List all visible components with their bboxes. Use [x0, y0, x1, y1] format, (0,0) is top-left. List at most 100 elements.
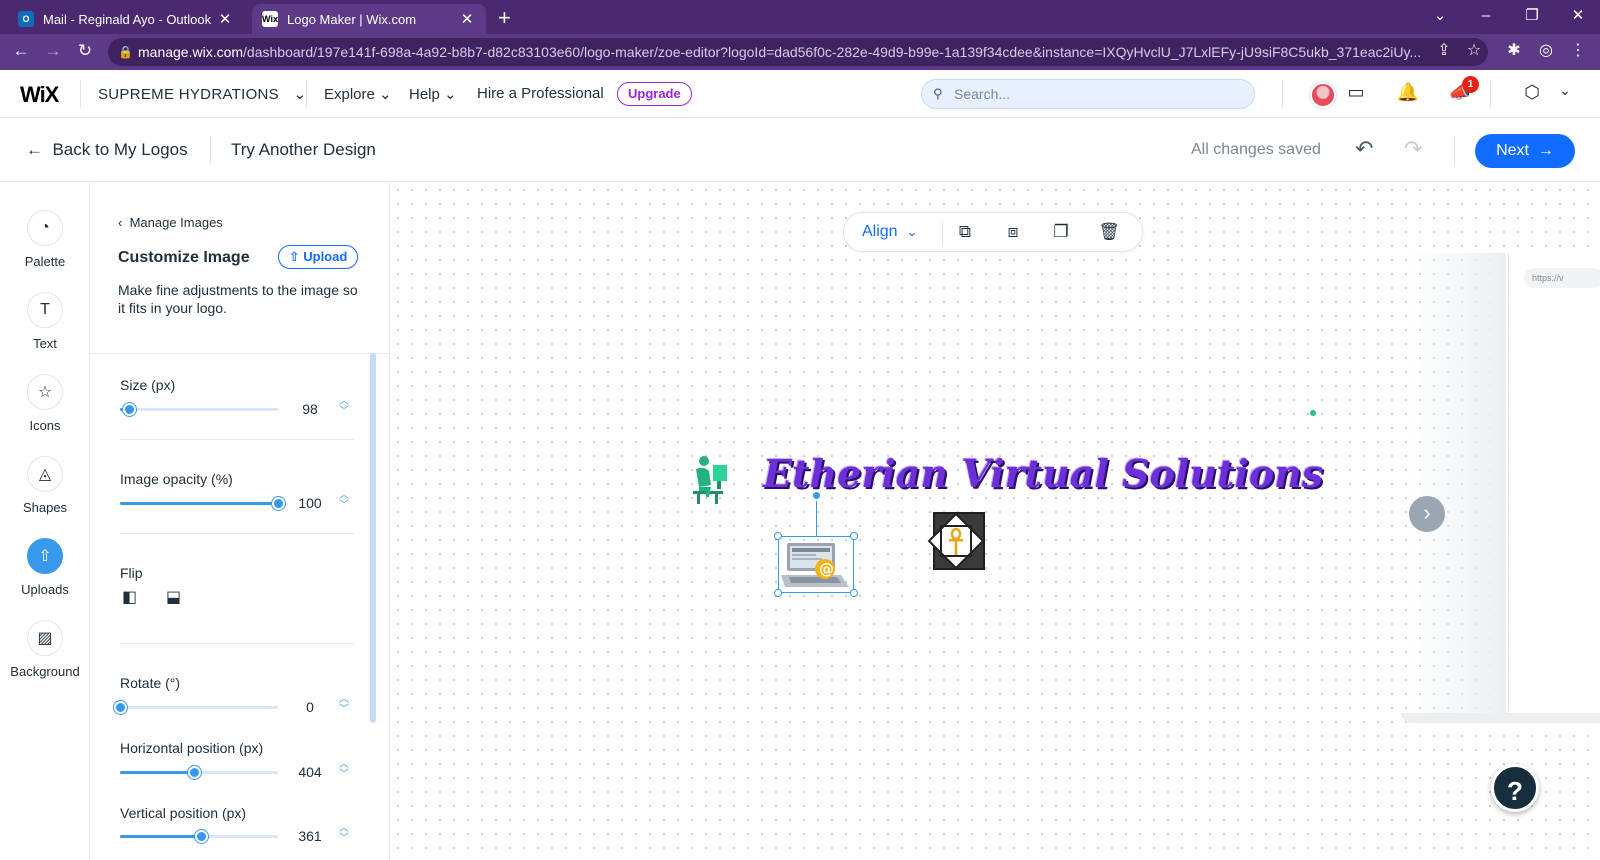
selected-image[interactable]: @ [778, 536, 854, 593]
manage-images-link[interactable]: ‹ Manage Images [118, 215, 223, 230]
size-slider[interactable] [120, 403, 278, 416]
rail-item-icons[interactable]: ☆ Icons [0, 374, 90, 433]
horizontal-position-slider[interactable] [120, 766, 278, 779]
menu-dots-icon[interactable]: ⋮ [1566, 40, 1590, 60]
resize-handle[interactable] [850, 532, 858, 540]
rotate-stepper[interactable]: ︿ ﹀ [338, 695, 350, 715]
minimize-icon[interactable]: – [1466, 4, 1506, 28]
nav-help[interactable]: Help ⌄ [409, 85, 457, 103]
slider-handle[interactable] [272, 497, 285, 510]
vertical-position-slider[interactable] [120, 830, 278, 843]
new-tab-icon[interactable]: + [498, 5, 511, 31]
avatar[interactable] [1310, 82, 1336, 108]
window-close-icon[interactable]: ✕ [1558, 4, 1598, 28]
try-another-design-link[interactable]: Try Another Design [231, 140, 376, 160]
person-computer-icon[interactable] [687, 453, 731, 505]
upgrade-button[interactable]: Upgrade [617, 82, 692, 106]
extensions-icon[interactable]: ✱ [1502, 40, 1526, 60]
send-backward-icon[interactable]: ⧈ [1002, 222, 1024, 242]
rail-item-palette[interactable]: ◔ Palette [0, 210, 90, 269]
slider-handle[interactable] [188, 766, 201, 779]
next-button[interactable]: Next → [1475, 134, 1575, 168]
opacity-stepper[interactable]: ︿ ﹀ [338, 491, 350, 511]
tab-outlook[interactable]: O Mail - Reginald Ayo - Outlook ✕ [8, 4, 244, 34]
redo-icon[interactable]: ↷ [1404, 136, 1422, 162]
flip-horizontal-icon[interactable]: ◧ [122, 587, 137, 607]
reload-icon[interactable]: ↻ [74, 41, 96, 61]
nav-explore[interactable]: Explore ⌄ [324, 85, 392, 103]
undo-icon[interactable]: ↶ [1355, 136, 1373, 162]
rotate-handle[interactable] [812, 491, 821, 500]
rail-label: Palette [24, 254, 66, 269]
trash-icon[interactable]: 🗑 [1098, 222, 1120, 242]
arrow-right-icon: → [1537, 142, 1554, 159]
slider-fill [120, 502, 278, 505]
flip-vertical-icon[interactable]: ⬓ [166, 587, 181, 607]
ankh-emblem-image[interactable] [927, 512, 985, 570]
rotate-handle-line [816, 501, 817, 536]
account-icon[interactable]: ⬡ [1519, 82, 1545, 103]
bell-icon[interactable]: 🔔 [1395, 82, 1421, 103]
horizontal-position-value[interactable]: 404 [290, 764, 330, 780]
logo-text[interactable]: Etherian Virtual Solutions [763, 451, 1323, 496]
rotate-slider[interactable] [114, 701, 278, 714]
tab-wix[interactable]: Wix Logo Maker | Wix.com ✕ [252, 4, 486, 34]
back-label: Manage Images [129, 215, 223, 230]
rail-item-uploads[interactable]: ⇧ Uploads [0, 538, 90, 597]
slider-handle[interactable] [123, 403, 136, 416]
site-selector[interactable]: SUPREME HYDRATIONS ⌄ [98, 85, 306, 103]
resize-handle[interactable] [850, 589, 858, 597]
vertical-position-stepper[interactable]: ︿ ﹀ [338, 824, 350, 844]
opacity-label: Image opacity (%) [120, 471, 233, 487]
rail-item-background[interactable]: ▨ Background [0, 620, 90, 679]
url-host: manage.wix.com [138, 44, 244, 60]
restore-icon[interactable]: ❐ [1512, 4, 1552, 28]
divider [1454, 136, 1455, 164]
search-icon: ⚲ [933, 86, 943, 101]
rail-item-shapes[interactable]: ◬ Shapes [0, 456, 90, 515]
upload-button[interactable]: ⇧ Upload [278, 245, 358, 269]
nav-label: Help [409, 86, 440, 103]
slider-handle[interactable] [114, 701, 127, 714]
size-value[interactable]: 98 [290, 401, 330, 417]
chat-icon[interactable]: ▭ [1343, 82, 1369, 103]
opacity-value[interactable]: 100 [290, 495, 330, 511]
svg-text:@: @ [819, 560, 834, 578]
forward-arrow-icon[interactable]: → [42, 41, 64, 61]
back-arrow-icon[interactable]: ← [10, 41, 32, 61]
resize-handle[interactable] [774, 532, 782, 540]
panel-scrollbar[interactable] [370, 353, 376, 723]
laptop-email-image: @ [781, 543, 849, 587]
divider [80, 80, 81, 108]
opacity-slider[interactable] [120, 497, 285, 510]
bring-forward-icon[interactable]: ⧉ [954, 222, 976, 242]
help-button[interactable]: ? [1491, 764, 1539, 812]
close-icon[interactable]: ✕ [458, 10, 476, 28]
nav-hire-professional[interactable]: Hire a Professional [477, 85, 604, 102]
duplicate-icon[interactable]: ❐ [1050, 222, 1072, 242]
rail-item-text[interactable]: T Text [0, 292, 90, 351]
logo-canvas[interactable]: Align ⌄ ⧉ ⧈ ❐ 🗑 Etherian Virtual Solutio… [391, 183, 1600, 860]
profile-icon[interactable]: ◎ [1534, 40, 1558, 60]
slider-handle[interactable] [195, 830, 208, 843]
wix-logo[interactable]: WiX [20, 82, 59, 108]
rotate-value[interactable]: 0 [290, 699, 330, 715]
vertical-position-value[interactable]: 361 [290, 828, 330, 844]
bookmark-star-icon[interactable]: ☆ [1462, 40, 1486, 60]
search-input[interactable]: ⚲ Search... [921, 79, 1255, 109]
close-icon[interactable]: ✕ [216, 10, 234, 28]
horizontal-position-stepper[interactable]: ︿ ﹀ [338, 760, 350, 780]
customize-image-panel: ‹ Manage Images Customize Image ⇧ Upload… [90, 183, 390, 860]
left-tool-rail: ◔ Palette T Text ☆ Icons ◬ Shapes ⇧ Uploads ▨… [0, 183, 90, 860]
url-input[interactable]: 🔒 manage.wix.com/dashboard/197e141f-698a… [108, 38, 1488, 66]
tab-search-icon[interactable]: ⌄ [1420, 4, 1460, 28]
tab-title: Logo Maker | Wix.com [287, 11, 417, 27]
chevron-down-icon[interactable]: ⌄ [1552, 82, 1578, 99]
share-icon[interactable]: ⇪ [1432, 40, 1456, 60]
size-stepper[interactable]: ︿ ﹀ [338, 397, 350, 417]
resize-handle[interactable] [774, 589, 782, 597]
back-to-logos-link[interactable]: ← Back to My Logos [26, 140, 188, 160]
next-label: Next [1496, 142, 1529, 159]
align-dropdown[interactable]: Align ⌄ [862, 223, 917, 241]
chevron-right-icon[interactable]: › [1409, 496, 1445, 532]
